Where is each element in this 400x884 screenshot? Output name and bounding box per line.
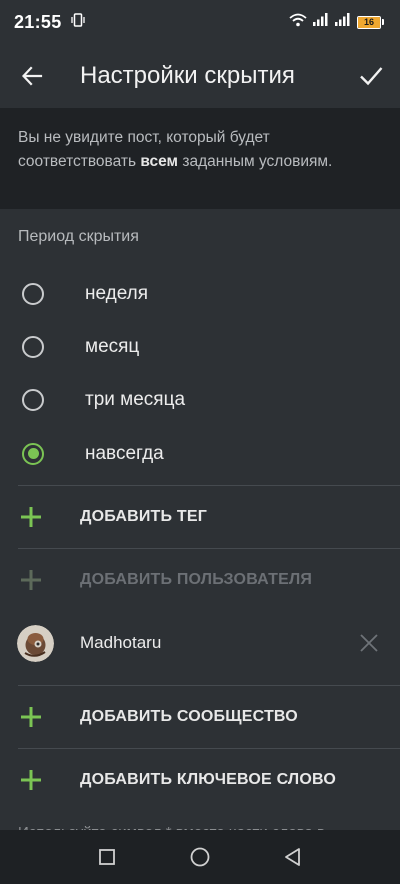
info-text-after: заданным условиям.: [178, 153, 333, 170]
info-text-bold: всем: [140, 153, 179, 170]
radio-option-three-months[interactable]: три месяца: [0, 373, 400, 426]
avatar: [17, 624, 54, 662]
remove-user-button[interactable]: [338, 612, 400, 674]
square-icon: [98, 849, 115, 865]
battery-icon: 16: [357, 15, 384, 29]
confirm-button[interactable]: [342, 44, 400, 108]
user-item: Madhotaru: [0, 612, 400, 674]
radio-option-month[interactable]: месяц: [0, 320, 400, 373]
radio-button-icon[interactable]: [22, 282, 44, 305]
radio-label: три месяца: [85, 388, 186, 410]
plus-icon: [0, 486, 80, 548]
radio-label: неделя: [85, 282, 149, 304]
user-name: Madhotaru: [80, 633, 162, 652]
vibrate-icon: [70, 12, 86, 33]
radio-button-icon[interactable]: [22, 388, 44, 411]
radio-button-selected-icon[interactable]: [22, 442, 44, 465]
plus-icon: [0, 686, 80, 748]
battery-level: 16: [363, 17, 374, 27]
add-tag-label: ДОБАВИТЬ ТЕГ: [80, 508, 207, 525]
wifi-icon: [289, 13, 307, 32]
page-title: Настройки скрытия: [80, 62, 295, 89]
home-button[interactable]: [170, 830, 230, 884]
signal-icon: [335, 13, 351, 31]
radio-label: навсегда: [85, 442, 164, 464]
add-keyword-button[interactable]: ДОБАВИТЬ КЛЮЧЕВОЕ СЛОВО: [0, 749, 400, 811]
radio-label: месяц: [85, 335, 140, 357]
arrow-left-icon: [21, 66, 43, 86]
plus-icon: [0, 749, 80, 811]
add-user-label: ДОБАВИТЬ ПОЛЬЗОВАТЕЛЯ: [80, 571, 313, 588]
back-button[interactable]: [0, 44, 64, 108]
status-time: 21:55: [14, 11, 62, 32]
info-banner: Вы не увидите пост, который будет соотве…: [0, 108, 400, 209]
triangle-back-icon: [285, 848, 301, 866]
radio-option-week[interactable]: неделя: [0, 267, 400, 320]
close-icon: [360, 634, 378, 652]
status-bar: 21:55 16: [0, 0, 400, 44]
app-bar: Настройки скрытия: [0, 44, 400, 108]
system-nav-bar: [0, 830, 400, 884]
recents-button[interactable]: [77, 830, 137, 884]
radio-option-forever[interactable]: навсегда: [0, 427, 400, 480]
add-tag-button[interactable]: ДОБАВИТЬ ТЕГ: [0, 486, 400, 548]
back-nav-button[interactable]: [263, 830, 323, 884]
circle-icon: [190, 847, 210, 867]
plus-icon: [0, 549, 80, 611]
radio-button-icon[interactable]: [22, 335, 44, 358]
add-community-label: ДОБАВИТЬ СООБЩЕСТВО: [80, 708, 298, 725]
add-community-button[interactable]: ДОБАВИТЬ СООБЩЕСТВО: [0, 686, 400, 748]
period-section-title: Период скрытия: [18, 228, 139, 245]
add-keyword-label: ДОБАВИТЬ КЛЮЧЕВОЕ СЛОВО: [80, 771, 337, 788]
check-icon: [360, 67, 383, 86]
add-user-button[interactable]: ДОБАВИТЬ ПОЛЬЗОВАТЕЛЯ: [0, 549, 400, 611]
signal-icon: [313, 13, 329, 31]
